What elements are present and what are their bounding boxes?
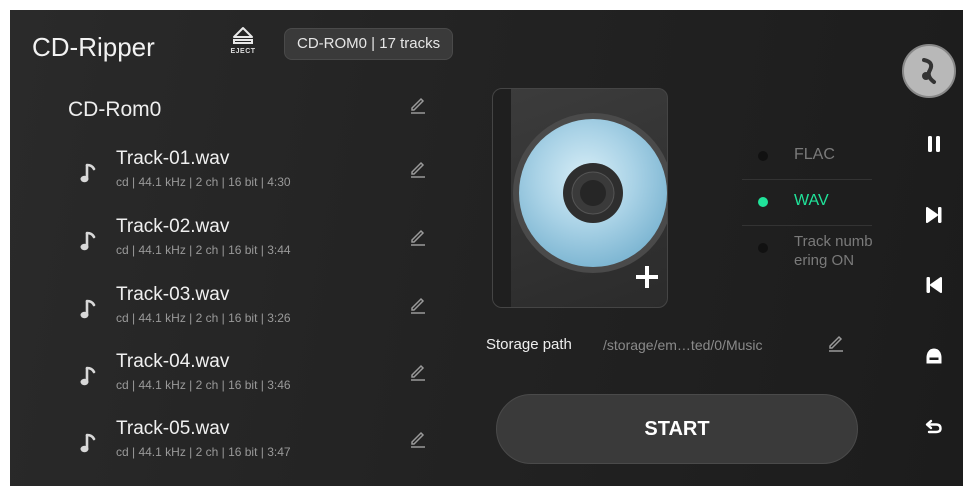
pencil-icon bbox=[411, 431, 425, 448]
edit-track-button[interactable] bbox=[408, 226, 428, 246]
pencil-icon bbox=[829, 335, 843, 352]
app-title: CD-Ripper bbox=[32, 32, 155, 62]
app-window: CD-Ripper EJECT CD-ROM0 | 17 tracks CD-R… bbox=[10, 10, 963, 486]
format-options: FLAC WAV Track numbering ON bbox=[742, 134, 873, 296]
previous-icon bbox=[926, 277, 942, 293]
previous-track-button[interactable] bbox=[920, 271, 948, 299]
track-meta: cd | 44.1 kHz | 2 ch | 16 bit | 3:47 bbox=[116, 445, 291, 459]
format-option-wav[interactable]: WAV bbox=[742, 180, 872, 226]
track-name: Track-01.wav bbox=[116, 148, 230, 169]
track-numbering-label: Track numbering ON bbox=[794, 233, 873, 269]
pencil-icon bbox=[411, 161, 425, 178]
home-icon bbox=[926, 348, 942, 364]
music-note-icon bbox=[80, 163, 96, 183]
format-label: FLAC bbox=[794, 146, 835, 163]
back-button[interactable] bbox=[920, 412, 948, 440]
format-option-flac[interactable]: FLAC bbox=[742, 134, 872, 180]
track-meta: cd | 44.1 kHz | 2 ch | 16 bit | 4:30 bbox=[116, 175, 291, 189]
track-meta: cd | 44.1 kHz | 2 ch | 16 bit | 3:26 bbox=[116, 311, 291, 325]
track-name: Track-04.wav bbox=[116, 351, 230, 372]
track-row[interactable]: Track-04.wav cd | 44.1 kHz | 2 ch | 16 bi… bbox=[80, 351, 460, 403]
track-name: Track-02.wav bbox=[116, 216, 230, 237]
app-logo-icon bbox=[922, 58, 936, 84]
back-icon bbox=[925, 419, 942, 434]
storage-path-label: Storage path bbox=[486, 336, 572, 353]
pencil-icon bbox=[411, 297, 425, 314]
track-row[interactable]: Track-03.wav cd | 44.1 kHz | 2 ch | 16 bi… bbox=[80, 284, 460, 336]
music-note-icon bbox=[80, 366, 96, 386]
home-button[interactable] bbox=[920, 342, 948, 370]
radio-dot bbox=[758, 243, 768, 253]
next-icon bbox=[926, 207, 942, 223]
music-note-icon bbox=[80, 433, 96, 453]
pencil-icon bbox=[411, 364, 425, 381]
edit-storage-path-button[interactable] bbox=[826, 332, 846, 352]
eject-icon bbox=[233, 27, 253, 44]
album-cover-picker[interactable] bbox=[492, 88, 668, 308]
music-note-icon bbox=[80, 299, 96, 319]
pencil-icon bbox=[411, 97, 425, 114]
pause-icon bbox=[928, 136, 940, 152]
drive-name: CD-Rom0 bbox=[68, 98, 162, 121]
start-button[interactable]: START bbox=[496, 394, 858, 464]
track-numbering-toggle[interactable]: Track numbering ON bbox=[742, 226, 873, 296]
edit-track-button[interactable] bbox=[408, 428, 428, 448]
track-name: Track-03.wav bbox=[116, 284, 230, 305]
track-meta: cd | 44.1 kHz | 2 ch | 16 bit | 3:44 bbox=[116, 243, 291, 257]
add-cover-icon[interactable] bbox=[635, 265, 659, 289]
eject-label: EJECT bbox=[230, 48, 256, 55]
eject-button[interactable]: EJECT bbox=[226, 26, 260, 64]
edit-track-button[interactable] bbox=[408, 361, 428, 381]
storage-path-value: /storage/em…ted/0/Music bbox=[603, 337, 763, 353]
track-row[interactable]: Track-01.wav cd | 44.1 kHz | 2 ch | 16 bi… bbox=[80, 148, 460, 200]
edit-drive-name-button[interactable] bbox=[408, 94, 428, 114]
radio-dot bbox=[758, 197, 768, 207]
app-logo-avatar[interactable] bbox=[902, 44, 956, 98]
track-name: Track-05.wav bbox=[116, 418, 230, 439]
next-track-button[interactable] bbox=[920, 201, 948, 229]
track-meta: cd | 44.1 kHz | 2 ch | 16 bit | 3:46 bbox=[116, 378, 291, 392]
pencil-icon bbox=[411, 229, 425, 246]
pause-button[interactable] bbox=[920, 130, 948, 158]
edit-track-button[interactable] bbox=[408, 294, 428, 314]
track-row[interactable]: Track-05.wav cd | 44.1 kHz | 2 ch | 16 bi… bbox=[80, 418, 460, 470]
radio-dot bbox=[758, 151, 768, 161]
track-row[interactable]: Track-02.wav cd | 44.1 kHz | 2 ch | 16 bi… bbox=[80, 216, 460, 268]
edit-track-button[interactable] bbox=[408, 158, 428, 178]
music-note-icon bbox=[80, 231, 96, 251]
format-label: WAV bbox=[794, 192, 829, 209]
drive-info-badge[interactable]: CD-ROM0 | 17 tracks bbox=[284, 28, 454, 60]
